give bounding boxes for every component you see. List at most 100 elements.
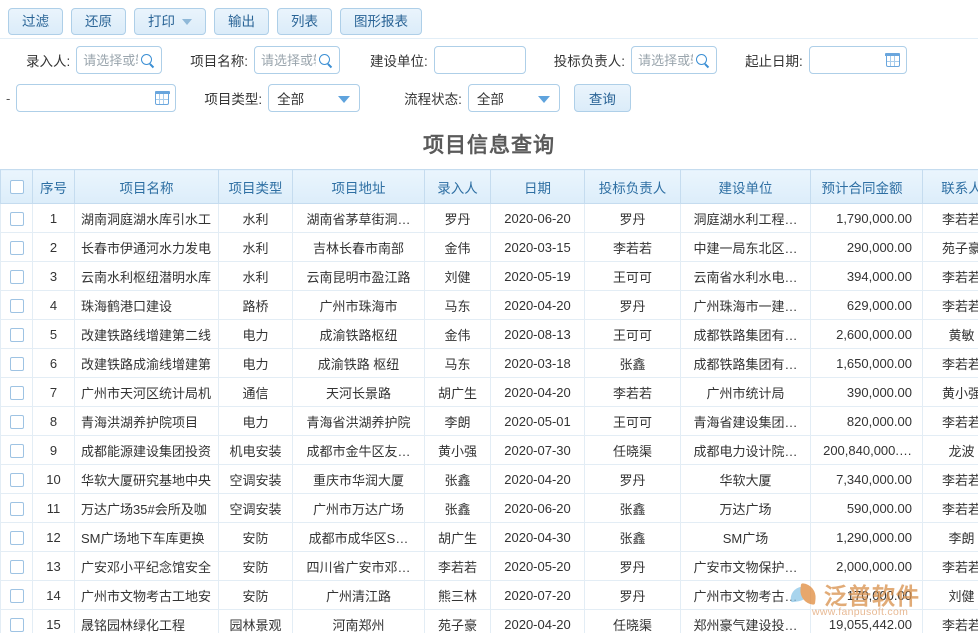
column-header-contact[interactable]: 联系人 bbox=[923, 170, 978, 204]
cell-user[interactable]: 李若若 bbox=[425, 552, 491, 581]
table-row[interactable]: 10华软大厦研究基地中央空调安装重庆市华润大厦张鑫2020-04-20罗丹华软大… bbox=[1, 465, 978, 494]
cell-name[interactable]: 成都能源建设集团投资 bbox=[75, 436, 219, 465]
cell-name[interactable]: 广州市天河区统计局机 bbox=[75, 378, 219, 407]
cell-bid[interactable]: 罗丹 bbox=[585, 465, 681, 494]
table-row[interactable]: 1湖南洞庭湖水库引水工水利湖南省茅草街洞…罗丹2020-06-20罗丹洞庭湖水利… bbox=[1, 204, 978, 233]
row-checkbox-cell[interactable] bbox=[1, 291, 33, 320]
row-checkbox-cell[interactable] bbox=[1, 523, 33, 552]
cell-user[interactable]: 马东 bbox=[425, 349, 491, 378]
search-icon[interactable] bbox=[318, 53, 333, 68]
row-checkbox[interactable] bbox=[10, 473, 24, 487]
table-row[interactable]: 6改建铁路成渝线增建第电力成渝铁路 枢纽马东2020-03-18张鑫成都铁路集团… bbox=[1, 349, 978, 378]
row-checkbox[interactable] bbox=[10, 299, 24, 313]
cell-name[interactable]: 改建铁路线增建第二线 bbox=[75, 320, 219, 349]
query-button[interactable]: 查询 bbox=[574, 84, 631, 112]
filter-button[interactable]: 过滤 bbox=[8, 8, 63, 35]
cell-bid[interactable]: 罗丹 bbox=[585, 581, 681, 610]
column-header-check[interactable] bbox=[1, 170, 33, 204]
date-range-input[interactable] bbox=[816, 53, 882, 68]
build-unit-input[interactable] bbox=[441, 53, 519, 68]
row-checkbox[interactable] bbox=[10, 241, 24, 255]
bid-manager-input-wrap[interactable] bbox=[631, 46, 717, 74]
cell-bid[interactable]: 罗丹 bbox=[585, 552, 681, 581]
cell-name[interactable]: 广安邓小平纪念馆安全 bbox=[75, 552, 219, 581]
date-from-input-wrap[interactable] bbox=[16, 84, 176, 112]
cell-name[interactable]: 改建铁路成渝线增建第 bbox=[75, 349, 219, 378]
table-row[interactable]: 12SM广场地下车库更换安防成都市成华区S…胡广生2020-04-30张鑫SM广… bbox=[1, 523, 978, 552]
row-checkbox-cell[interactable] bbox=[1, 349, 33, 378]
cell-name[interactable]: SM广场地下车库更换 bbox=[75, 523, 219, 552]
date-from-input[interactable] bbox=[23, 91, 151, 106]
cell-name[interactable]: 珠海鹤港口建设 bbox=[75, 291, 219, 320]
chevron-down-icon[interactable] bbox=[182, 19, 192, 25]
cell-name[interactable]: 湖南洞庭湖水库引水工 bbox=[75, 204, 219, 233]
export-button[interactable]: 输出 bbox=[214, 8, 269, 35]
column-header-addr[interactable]: 项目地址 bbox=[293, 170, 425, 204]
project-name-input-wrap[interactable] bbox=[254, 46, 340, 74]
row-checkbox[interactable] bbox=[10, 212, 24, 226]
row-checkbox-cell[interactable] bbox=[1, 610, 33, 633]
project-name-input[interactable] bbox=[261, 53, 316, 68]
build-unit-input-wrap[interactable] bbox=[434, 46, 526, 74]
table-row[interactable]: 14广州市文物考古工地安安防广州清江路熊三林2020-07-20罗丹广州市文物考… bbox=[1, 581, 978, 610]
row-checkbox-cell[interactable] bbox=[1, 581, 33, 610]
cell-user[interactable]: 金伟 bbox=[425, 233, 491, 262]
cell-bid[interactable]: 王可可 bbox=[585, 320, 681, 349]
row-checkbox[interactable] bbox=[10, 328, 24, 342]
cell-user[interactable]: 黄小强 bbox=[425, 436, 491, 465]
table-row[interactable]: 15晟铭园林绿化工程园林景观河南郑州苑子豪2020-04-20任晓渠郑州豪气建设… bbox=[1, 610, 978, 633]
column-header-name[interactable]: 项目名称 bbox=[75, 170, 219, 204]
row-checkbox[interactable] bbox=[10, 502, 24, 516]
cell-bid[interactable]: 李若若 bbox=[585, 378, 681, 407]
cell-bid[interactable]: 王可可 bbox=[585, 262, 681, 291]
table-row[interactable]: 13广安邓小平纪念馆安全安防四川省广安市邓…李若若2020-05-20罗丹广安市… bbox=[1, 552, 978, 581]
flow-status-select[interactable]: 全部 bbox=[468, 84, 560, 112]
cell-bid[interactable]: 张鑫 bbox=[585, 523, 681, 552]
cell-user[interactable]: 马东 bbox=[425, 291, 491, 320]
table-row[interactable]: 7广州市天河区统计局机通信天河长景路胡广生2020-04-20李若若广州市统计局… bbox=[1, 378, 978, 407]
row-checkbox-cell[interactable] bbox=[1, 233, 33, 262]
table-row[interactable]: 8青海洪湖养护院项目电力青海省洪湖养护院李朗2020-05-01王可可青海省建设… bbox=[1, 407, 978, 436]
calendar-icon[interactable] bbox=[886, 53, 900, 67]
column-header-bid[interactable]: 投标负责人 bbox=[585, 170, 681, 204]
row-checkbox[interactable] bbox=[10, 560, 24, 574]
cell-name[interactable]: 晟铭园林绿化工程 bbox=[75, 610, 219, 633]
row-checkbox-cell[interactable] bbox=[1, 552, 33, 581]
row-checkbox[interactable] bbox=[10, 444, 24, 458]
cell-bid[interactable]: 张鑫 bbox=[585, 349, 681, 378]
column-header-idx[interactable]: 序号 bbox=[33, 170, 75, 204]
cell-name[interactable]: 青海洪湖养护院项目 bbox=[75, 407, 219, 436]
column-header-user[interactable]: 录入人 bbox=[425, 170, 491, 204]
cell-user[interactable]: 李朗 bbox=[425, 407, 491, 436]
cell-user[interactable]: 苑子豪 bbox=[425, 610, 491, 633]
search-icon[interactable] bbox=[140, 53, 155, 68]
cell-bid[interactable]: 任晓渠 bbox=[585, 610, 681, 633]
row-checkbox-cell[interactable] bbox=[1, 204, 33, 233]
cell-user[interactable]: 张鑫 bbox=[425, 465, 491, 494]
chevron-down-icon[interactable] bbox=[338, 96, 350, 103]
row-checkbox[interactable] bbox=[10, 357, 24, 371]
row-checkbox-cell[interactable] bbox=[1, 262, 33, 291]
chart-report-button[interactable]: 图形报表 bbox=[340, 8, 422, 35]
table-row[interactable]: 3云南水利枢纽潜明水库水利云南昆明市盈江路刘健2020-05-19王可可云南省水… bbox=[1, 262, 978, 291]
cell-user[interactable]: 胡广生 bbox=[425, 378, 491, 407]
cell-user[interactable]: 罗丹 bbox=[425, 204, 491, 233]
column-header-amt[interactable]: 预计合同金额 bbox=[811, 170, 923, 204]
row-checkbox[interactable] bbox=[10, 589, 24, 603]
row-checkbox-cell[interactable] bbox=[1, 320, 33, 349]
row-checkbox-cell[interactable] bbox=[1, 378, 33, 407]
date-range-input-wrap[interactable] bbox=[809, 46, 907, 74]
cell-name[interactable]: 云南水利枢纽潜明水库 bbox=[75, 262, 219, 291]
creator-input-wrap[interactable] bbox=[76, 46, 162, 74]
bid-manager-input[interactable] bbox=[638, 53, 693, 68]
row-checkbox-cell[interactable] bbox=[1, 465, 33, 494]
table-row[interactable]: 5改建铁路线增建第二线电力成渝铁路枢纽金伟2020-08-13王可可成都铁路集团… bbox=[1, 320, 978, 349]
select-all-checkbox[interactable] bbox=[10, 180, 24, 194]
table-row[interactable]: 9成都能源建设集团投资机电安装成都市金牛区友…黄小强2020-07-30任晓渠成… bbox=[1, 436, 978, 465]
list-button[interactable]: 列表 bbox=[277, 8, 332, 35]
project-type-select[interactable]: 全部 bbox=[268, 84, 360, 112]
cell-bid[interactable]: 罗丹 bbox=[585, 204, 681, 233]
row-checkbox-cell[interactable] bbox=[1, 494, 33, 523]
creator-input[interactable] bbox=[83, 53, 138, 68]
table-row[interactable]: 4珠海鹤港口建设路桥广州市珠海市马东2020-04-20罗丹广州珠海市一建…62… bbox=[1, 291, 978, 320]
